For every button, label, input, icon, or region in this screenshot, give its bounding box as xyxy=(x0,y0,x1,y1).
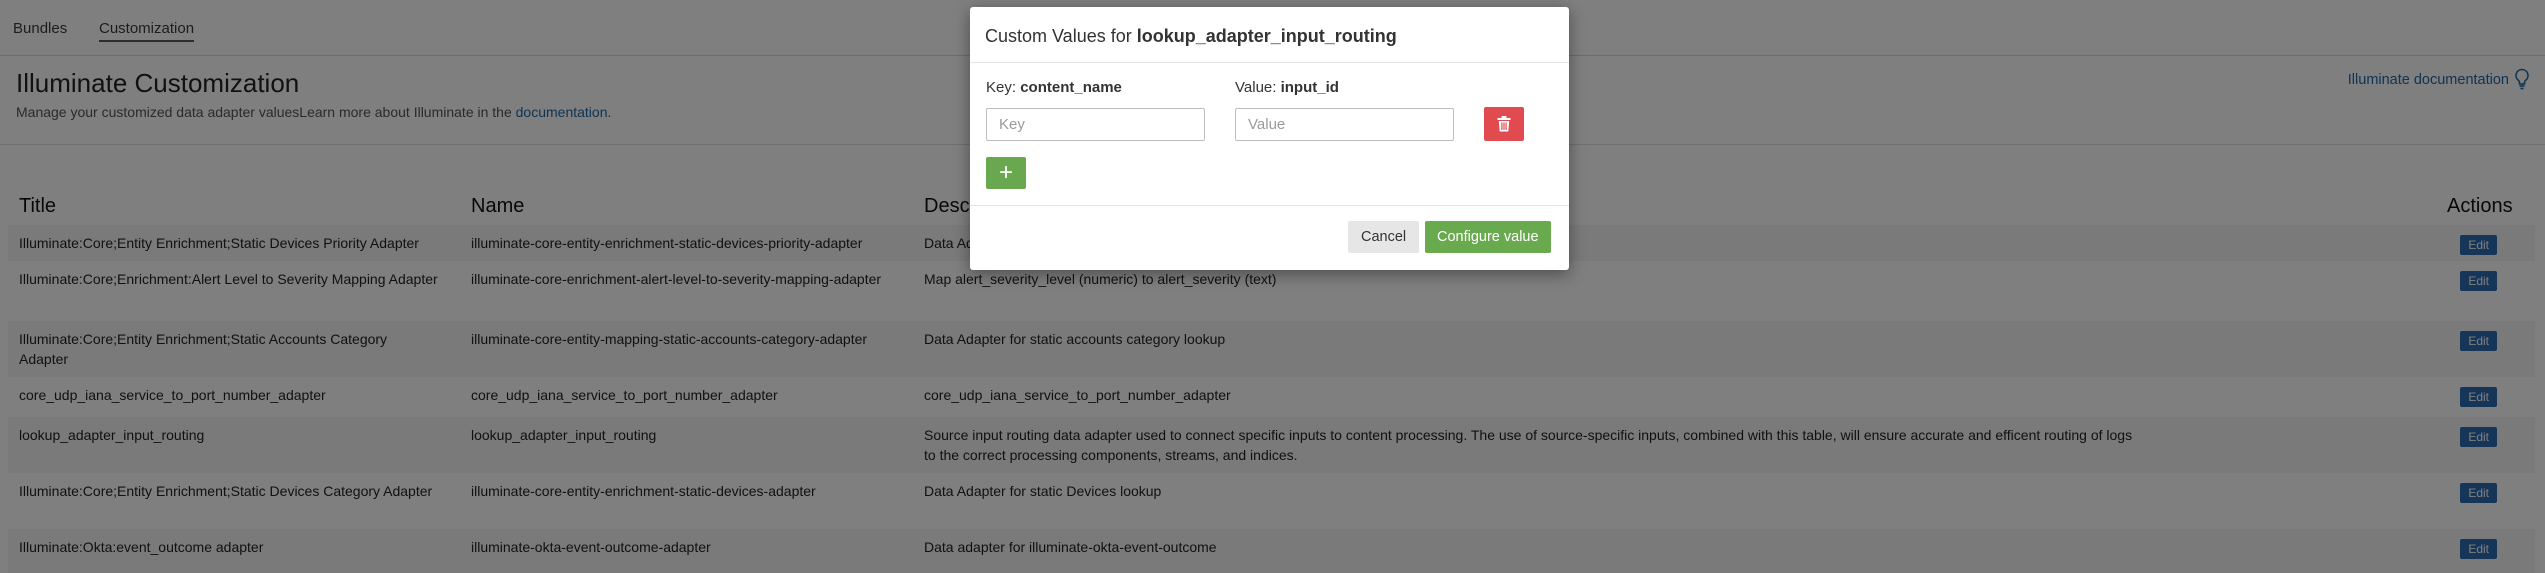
key-label: Key: content_name xyxy=(986,79,1122,96)
modal-footer: Cancel Configure value xyxy=(970,205,1569,270)
key-label-name: content_name xyxy=(1020,79,1122,96)
custom-values-modal: Custom Values for lookup_adapter_input_r… xyxy=(970,7,1569,270)
cancel-button[interactable]: Cancel xyxy=(1348,221,1420,253)
plus-icon: + xyxy=(998,159,1013,186)
key-label-text: Key: xyxy=(986,79,1021,96)
trash-icon xyxy=(1497,116,1511,132)
add-row-button[interactable]: + xyxy=(986,157,1026,189)
key-input[interactable] xyxy=(986,108,1205,141)
value-label-name: input_id xyxy=(1280,79,1339,96)
delete-row-button[interactable] xyxy=(1484,107,1524,141)
value-input[interactable] xyxy=(1235,108,1454,141)
value-label-text: Value: xyxy=(1235,79,1281,96)
configure-value-button[interactable]: Configure value xyxy=(1425,221,1551,253)
modal-title: Custom Values for lookup_adapter_input_r… xyxy=(970,7,1569,63)
modal-title-adapter: lookup_adapter_input_routing xyxy=(1136,26,1397,46)
value-label: Value: input_id xyxy=(1235,79,1339,96)
modal-title-prefix: Custom Values for xyxy=(985,26,1137,46)
